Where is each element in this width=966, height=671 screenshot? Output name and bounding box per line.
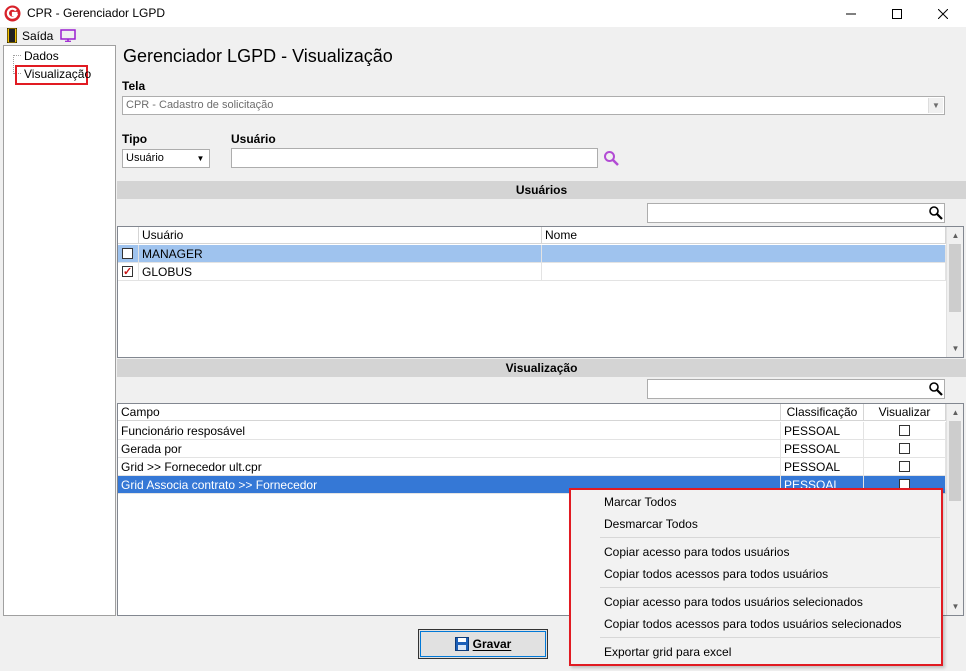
navigation-tree: Dados Visualização bbox=[3, 45, 116, 616]
table-row[interactable]: MANAGER bbox=[118, 245, 946, 263]
usuarios-scrollbar[interactable]: ▲ ▼ bbox=[946, 227, 963, 357]
usuarios-grid: Usuário Nome MANAGER GLOBUS ▲ ▼ bbox=[117, 226, 964, 358]
visualizar-cell bbox=[864, 422, 946, 440]
visualizar-checkbox[interactable] bbox=[899, 425, 910, 436]
classificacao-cell: PESSOAL bbox=[781, 440, 864, 458]
campo-cell: Gerada por bbox=[118, 440, 781, 458]
visualizar-cell bbox=[864, 458, 946, 476]
context-menu: Marcar Todos Desmarcar Todos Copiar aces… bbox=[569, 488, 943, 666]
classificacao-cell: PESSOAL bbox=[781, 422, 864, 440]
tree-connector bbox=[13, 55, 21, 56]
usuario-cell: GLOBUS bbox=[139, 263, 542, 281]
scroll-down-icon[interactable]: ▼ bbox=[947, 340, 964, 357]
scroll-down-icon[interactable]: ▼ bbox=[947, 598, 964, 615]
tree-connector bbox=[13, 55, 14, 74]
scroll-thumb[interactable] bbox=[949, 244, 961, 312]
menu-separator bbox=[600, 637, 940, 638]
row-checkbox[interactable] bbox=[122, 263, 133, 281]
menu-item-desmarcar-todos[interactable]: Desmarcar Todos bbox=[604, 517, 698, 531]
tela-value: CPR - Cadastro de solicitação bbox=[126, 99, 274, 111]
page-title: Gerenciador LGPD - Visualização bbox=[123, 46, 393, 66]
column-header-usuario[interactable]: Usuário bbox=[139, 227, 542, 244]
exit-button[interactable]: Saída bbox=[2, 27, 53, 45]
save-button[interactable]: Gravar bbox=[418, 629, 548, 659]
table-row[interactable]: Gerada por PESSOAL bbox=[118, 440, 946, 458]
usuarios-section-header: Usuários bbox=[117, 181, 966, 199]
minimize-button[interactable] bbox=[828, 0, 874, 27]
usuarios-search-input[interactable] bbox=[647, 203, 945, 223]
tipo-label: Tipo bbox=[122, 132, 148, 146]
menu-separator bbox=[600, 537, 940, 538]
menu-item-copiar-todos-acessos-selecionados[interactable]: Copiar todos acessos para todos usuários… bbox=[604, 617, 902, 631]
table-row[interactable]: Funcionário resposável PESSOAL bbox=[118, 422, 946, 440]
chevron-down-icon: ▼ bbox=[928, 98, 943, 113]
scroll-up-icon[interactable]: ▲ bbox=[947, 227, 964, 244]
monitor-icon[interactable] bbox=[60, 29, 76, 42]
nome-cell bbox=[542, 245, 946, 263]
checkbox-column-header bbox=[118, 227, 139, 244]
menu-item-marcar-todos[interactable]: Marcar Todos bbox=[604, 495, 676, 509]
title-bar: CPR - Gerenciador LGPD bbox=[0, 0, 966, 27]
chevron-down-icon: ▼ bbox=[193, 151, 208, 166]
minimize-icon bbox=[846, 13, 856, 14]
column-header-nome[interactable]: Nome bbox=[542, 227, 946, 244]
visualizar-cell bbox=[864, 440, 946, 458]
menu-item-exportar-excel[interactable]: Exportar grid para excel bbox=[604, 645, 731, 659]
scroll-up-icon[interactable]: ▲ bbox=[947, 404, 964, 421]
visualizacao-grid-header: Campo Classificação Visualizar bbox=[118, 404, 946, 421]
table-row[interactable]: Grid >> Fornecedor ult.cpr PESSOAL bbox=[118, 458, 946, 476]
classificacao-cell: PESSOAL bbox=[781, 458, 864, 476]
search-icon[interactable] bbox=[928, 205, 943, 220]
tree-item-visualizacao[interactable]: Visualização bbox=[24, 67, 91, 81]
row-checkbox[interactable] bbox=[122, 248, 133, 259]
toolbar: Saída bbox=[0, 27, 966, 45]
tipo-value: Usuário bbox=[126, 152, 164, 164]
maximize-button[interactable] bbox=[874, 0, 920, 27]
usuario-cell: MANAGER bbox=[139, 245, 542, 263]
search-icon[interactable] bbox=[603, 150, 620, 167]
campo-cell: Grid >> Fornecedor ult.cpr bbox=[118, 458, 781, 476]
exit-door-icon bbox=[7, 28, 17, 43]
nome-cell bbox=[542, 263, 946, 281]
campo-cell: Funcionário resposável bbox=[118, 422, 781, 440]
column-header-visualizar[interactable]: Visualizar bbox=[864, 404, 946, 421]
visualizacao-search-input[interactable] bbox=[647, 379, 945, 399]
visualizacao-scrollbar[interactable]: ▲ ▼ bbox=[946, 404, 963, 615]
menu-item-copiar-acesso-todos[interactable]: Copiar acesso para todos usuários bbox=[604, 545, 789, 559]
scroll-thumb[interactable] bbox=[949, 421, 961, 501]
tree-item-dados[interactable]: Dados bbox=[24, 49, 59, 63]
close-icon bbox=[938, 8, 948, 19]
table-row[interactable]: GLOBUS bbox=[118, 263, 946, 281]
exit-label: Saída bbox=[22, 29, 54, 43]
row-checkbox-cell bbox=[118, 245, 139, 263]
tela-select[interactable]: CPR - Cadastro de solicitação ▼ bbox=[122, 96, 945, 115]
close-button[interactable] bbox=[920, 0, 966, 27]
row-checkbox-cell bbox=[118, 263, 139, 281]
tela-label: Tela bbox=[122, 79, 146, 93]
menu-separator bbox=[600, 587, 940, 588]
menu-item-copiar-todos-acessos-todos[interactable]: Copiar todos acessos para todos usuários bbox=[604, 567, 828, 581]
app-logo-icon bbox=[4, 5, 21, 22]
visualizar-checkbox[interactable] bbox=[899, 461, 910, 472]
visualizar-checkbox[interactable] bbox=[899, 443, 910, 454]
focus-ring bbox=[420, 631, 546, 657]
menu-item-copiar-acesso-selecionados[interactable]: Copiar acesso para todos usuários seleci… bbox=[604, 595, 863, 609]
window-title: CPR - Gerenciador LGPD bbox=[27, 6, 166, 20]
usuarios-grid-header: Usuário Nome bbox=[118, 227, 946, 244]
search-icon[interactable] bbox=[928, 381, 943, 396]
maximize-icon bbox=[892, 8, 902, 19]
column-header-classificacao[interactable]: Classificação bbox=[781, 404, 864, 421]
tipo-select[interactable]: Usuário ▼ bbox=[122, 149, 210, 168]
column-header-campo[interactable]: Campo bbox=[118, 404, 781, 421]
usuario-input[interactable] bbox=[231, 148, 598, 168]
visualizacao-section-header: Visualização bbox=[117, 359, 966, 377]
usuario-label: Usuário bbox=[231, 132, 276, 146]
